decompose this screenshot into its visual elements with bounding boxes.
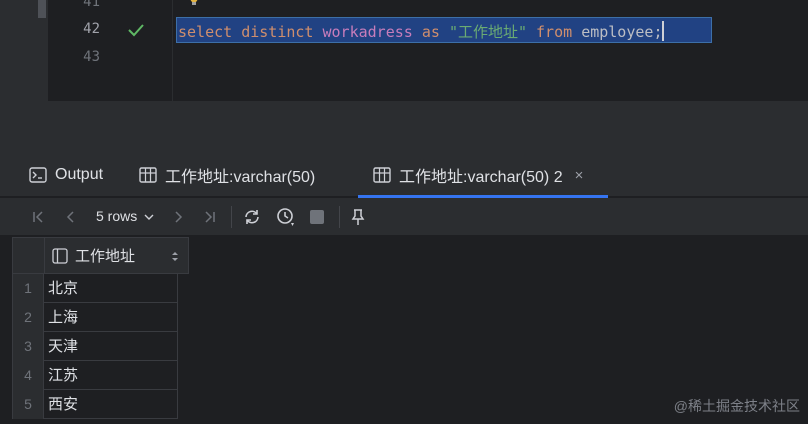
row-number: 1: [12, 274, 44, 303]
table-cell[interactable]: 西安: [48, 390, 78, 419]
refresh-button[interactable]: [241, 207, 263, 227]
line-number-active: 42: [83, 21, 100, 37]
result-grid-area: 工作地址 1 北京 2 上海 3 天津 4 江苏 5 西安 @稀土掘金技术社区: [0, 237, 808, 424]
refresh-icon: [245, 210, 259, 224]
row-number: 5: [12, 390, 44, 419]
chevron-left-icon: [66, 211, 74, 223]
tab-label: 工作地址:varchar(50) 2: [399, 169, 563, 186]
keyword-distinct: distinct: [241, 23, 314, 41]
history-button[interactable]: [275, 207, 297, 227]
previous-page-button[interactable]: [63, 207, 79, 227]
column-name: workadress: [322, 23, 413, 41]
toolbar-separator: [339, 206, 340, 228]
console-icon: [29, 167, 47, 183]
line-number: 41: [83, 0, 100, 10]
alias-string: "工作地址": [448, 23, 527, 41]
tab-label: 工作地址:varchar(50): [165, 169, 316, 186]
last-page-button[interactable]: [202, 207, 218, 227]
editor-left-strip: [0, 0, 48, 101]
table-cell[interactable]: 北京: [48, 274, 78, 303]
tab-result-2[interactable]: 工作地址:varchar(50) 2 ×: [358, 153, 608, 198]
page-size-selector[interactable]: 5 rows: [96, 208, 154, 224]
line-number: 43: [83, 49, 100, 65]
table-cell[interactable]: 江苏: [48, 361, 78, 390]
table-icon: [139, 167, 157, 183]
sort-icon[interactable]: [171, 250, 179, 263]
results-toolbar: 5 rows: [0, 198, 808, 236]
first-page-icon: [33, 211, 43, 223]
table-row[interactable]: 2 上海: [12, 303, 178, 332]
tab-label: Output: [55, 166, 104, 183]
column-icon: [52, 247, 68, 264]
table-name: employee: [581, 23, 654, 41]
column-header-label: 工作地址: [75, 248, 136, 265]
rows-count: 5 rows: [96, 208, 138, 224]
table-cell[interactable]: 天津: [48, 332, 78, 361]
sql-editor[interactable]: 41 42 43 select distinct workadress as "…: [0, 0, 808, 101]
row-number: 3: [12, 332, 44, 361]
check-icon: [128, 24, 144, 37]
next-page-button[interactable]: [170, 207, 186, 227]
chevron-down-icon: [144, 214, 154, 220]
row-number: 2: [12, 303, 44, 332]
table-row[interactable]: 3 天津: [12, 332, 178, 361]
column-header[interactable]: 工作地址: [44, 237, 189, 274]
sql-statement[interactable]: select distinct workadress as "工作地址" fro…: [178, 21, 665, 41]
semicolon: ;: [653, 23, 663, 41]
table-icon: [373, 167, 391, 183]
panel-divider[interactable]: [0, 101, 808, 153]
keyword-select: select: [178, 23, 233, 41]
lightbulb-icon[interactable]: [188, 0, 200, 6]
table-cell[interactable]: 上海: [48, 303, 78, 332]
table-row[interactable]: 1 北京: [12, 274, 178, 303]
toolbar-separator: [231, 206, 232, 228]
tab-result-1[interactable]: 工作地址:varchar(50): [139, 153, 315, 197]
first-page-button[interactable]: [30, 207, 46, 227]
table-row[interactable]: 5 西安: [12, 390, 178, 419]
row-number-header[interactable]: [12, 237, 44, 274]
pin-tab-button[interactable]: [349, 207, 367, 227]
tab-output[interactable]: Output: [29, 153, 103, 197]
keyword-from: from: [536, 23, 573, 41]
text-caret: [662, 21, 665, 41]
table-row[interactable]: 4 江苏: [12, 361, 178, 390]
chevron-right-icon: [175, 211, 183, 223]
clock-icon: [277, 208, 294, 226]
row-number: 4: [12, 361, 44, 390]
last-page-icon: [205, 211, 215, 223]
watermark: @稀土掘金技术社区: [673, 398, 800, 414]
stop-button[interactable]: [308, 207, 326, 227]
stop-icon: [310, 210, 324, 224]
close-icon[interactable]: ×: [575, 167, 584, 184]
results-tabbar: Output 工作地址:varchar(50) 工作地址:varchar(50)…: [0, 153, 808, 198]
pin-icon: [351, 209, 365, 225]
keyword-as: as: [421, 23, 440, 41]
